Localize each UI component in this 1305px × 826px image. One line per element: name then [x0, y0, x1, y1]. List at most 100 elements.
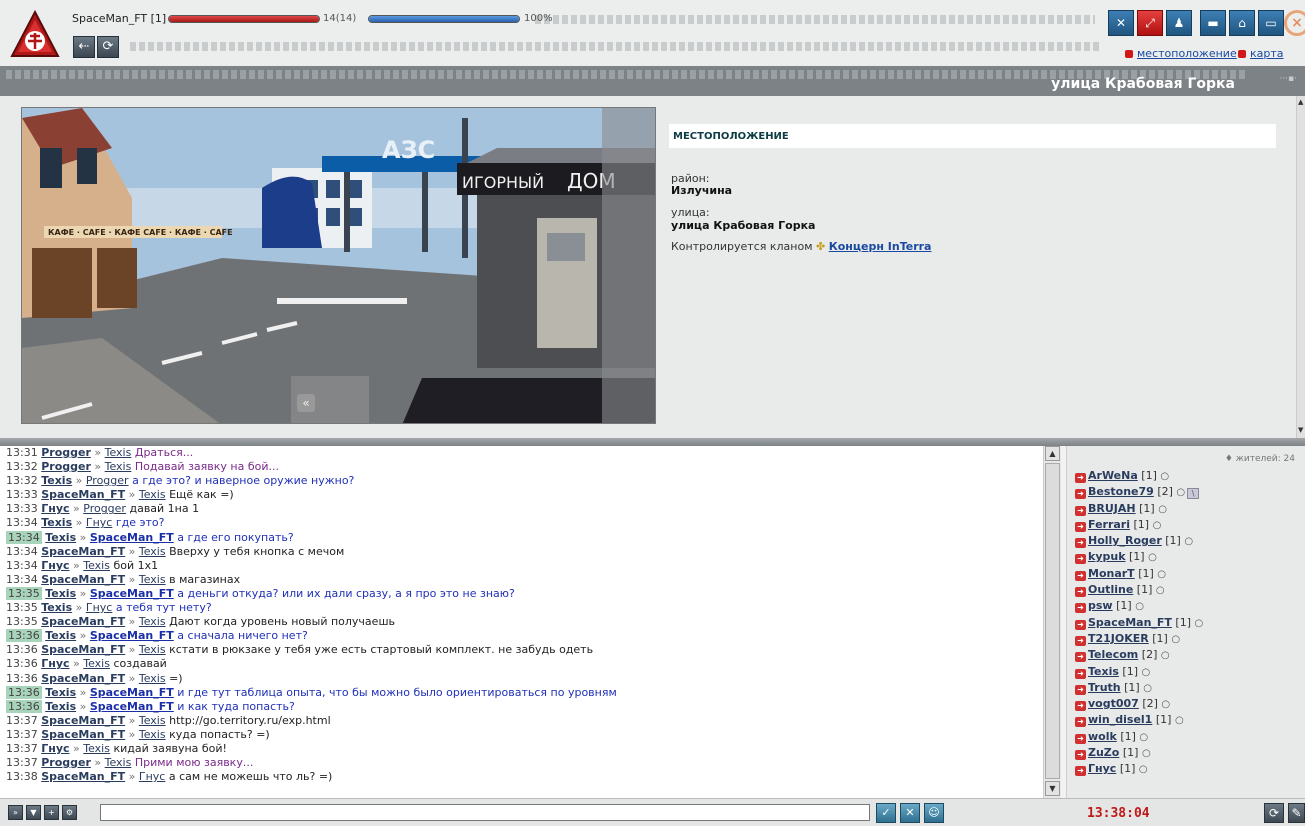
- user-name[interactable]: Telecom: [1088, 648, 1138, 661]
- chat-sender[interactable]: SpaceMan_FT: [41, 643, 125, 656]
- chat-sender[interactable]: Texis: [45, 629, 76, 642]
- user-name[interactable]: kypuk: [1088, 550, 1126, 563]
- clan-link[interactable]: Концерн InTerra: [829, 240, 932, 253]
- chat-recipient[interactable]: SpaceMan_FT: [90, 629, 174, 642]
- chat-scroll-thumb[interactable]: [1045, 463, 1060, 779]
- chat-recipient[interactable]: Texis: [139, 714, 166, 727]
- chat-sender[interactable]: Progger: [41, 756, 91, 769]
- chat-sender[interactable]: SpaceMan_FT: [41, 728, 125, 741]
- chat-recipient[interactable]: Гнус: [139, 770, 165, 783]
- fullscreen-button[interactable]: ⤢: [1137, 10, 1163, 36]
- scroll-down-icon[interactable]: ▼: [1298, 426, 1303, 434]
- chat-recipient[interactable]: Texis: [139, 643, 166, 656]
- user-name[interactable]: Truth: [1088, 681, 1121, 694]
- chat-mode-all-button[interactable]: »: [8, 805, 23, 820]
- chat-recipient[interactable]: Texis: [105, 446, 132, 459]
- chat-recipient[interactable]: SpaceMan_FT: [90, 531, 174, 544]
- chat-recipient[interactable]: Гнус: [86, 516, 112, 529]
- chat-sender[interactable]: Texis: [45, 531, 76, 544]
- user-name[interactable]: Texis: [1088, 665, 1119, 678]
- location-link[interactable]: местоположение: [1137, 47, 1237, 60]
- private-message-icon[interactable]: ➜: [1075, 766, 1086, 777]
- user-name[interactable]: win_disel1: [1088, 713, 1152, 726]
- private-message-icon[interactable]: ➜: [1075, 619, 1086, 630]
- chat-sender[interactable]: Texis: [41, 474, 72, 487]
- chat-recipient[interactable]: Texis: [105, 460, 132, 473]
- back-button[interactable]: ⇠: [73, 36, 95, 58]
- chat-extra-button[interactable]: ✎: [1288, 803, 1305, 823]
- user-name[interactable]: vogt007: [1088, 697, 1139, 710]
- private-message-icon[interactable]: ➜: [1075, 538, 1086, 549]
- logo-icon[interactable]: [10, 10, 60, 60]
- chat-recipient[interactable]: Texis: [83, 742, 110, 755]
- messages-button[interactable]: ▬: [1200, 10, 1226, 36]
- chat-sender[interactable]: Progger: [41, 460, 91, 473]
- private-message-icon[interactable]: ➜: [1075, 587, 1086, 598]
- private-message-icon[interactable]: ➜: [1075, 684, 1086, 695]
- chat-recipient[interactable]: Texis: [83, 559, 110, 572]
- character-button[interactable]: ♟: [1166, 10, 1192, 36]
- chat-scrollbar[interactable]: ▲ ▼: [1043, 446, 1061, 798]
- chat-recipient[interactable]: SpaceMan_FT: [90, 686, 174, 699]
- chat-sender[interactable]: Texis: [45, 587, 76, 600]
- chat-recipient[interactable]: Texis: [83, 657, 110, 670]
- chat-recipient[interactable]: Гнус: [86, 601, 112, 614]
- chat-recipient[interactable]: Texis: [139, 573, 166, 586]
- mail-button[interactable]: ▭: [1258, 10, 1284, 36]
- chat-sender[interactable]: Гнус: [41, 502, 69, 515]
- chat-sender[interactable]: SpaceMan_FT: [41, 488, 125, 501]
- chat-mode-private-button[interactable]: ▼: [26, 805, 41, 820]
- chat-sender[interactable]: SpaceMan_FT: [41, 615, 125, 628]
- user-name[interactable]: ArWeNa: [1088, 469, 1138, 482]
- chat-recipient[interactable]: Texis: [139, 545, 166, 558]
- chat-sender[interactable]: Гнус: [41, 657, 69, 670]
- private-message-icon[interactable]: ➜: [1075, 701, 1086, 712]
- chat-filter-button[interactable]: +: [44, 805, 59, 820]
- private-message-icon[interactable]: ➜: [1075, 603, 1086, 614]
- inventory-button[interactable]: ⌂: [1229, 10, 1255, 36]
- user-name[interactable]: ZuZo: [1088, 746, 1119, 759]
- user-name[interactable]: SpaceMan_FT: [1088, 616, 1172, 629]
- chat-sender[interactable]: Progger: [41, 446, 91, 459]
- private-message-icon[interactable]: ➜: [1075, 717, 1086, 728]
- location-scrollbar[interactable]: ▲ ▼: [1296, 96, 1305, 438]
- private-message-icon[interactable]: ➜: [1075, 570, 1086, 581]
- private-message-icon[interactable]: ➜: [1075, 750, 1086, 761]
- private-message-icon[interactable]: ➜: [1075, 733, 1086, 744]
- clear-button[interactable]: ✕: [900, 803, 920, 823]
- chat-sender[interactable]: Texis: [45, 686, 76, 699]
- chat-sender[interactable]: SpaceMan_FT: [41, 573, 125, 586]
- user-name[interactable]: T21JOKER: [1088, 632, 1149, 645]
- smiles-button[interactable]: ☺: [924, 803, 944, 823]
- chat-scroll-down-button[interactable]: ▼: [1045, 781, 1060, 796]
- chat-sender[interactable]: SpaceMan_FT: [41, 545, 125, 558]
- user-name[interactable]: Holly_Roger: [1088, 534, 1162, 547]
- chat-recipient[interactable]: Progger: [86, 474, 129, 487]
- chat-sender[interactable]: Texis: [41, 601, 72, 614]
- chat-recipient[interactable]: Progger: [83, 502, 126, 515]
- chat-sender[interactable]: SpaceMan_FT: [41, 770, 125, 783]
- chat-sender[interactable]: Гнус: [41, 559, 69, 572]
- user-name[interactable]: Гнус: [1088, 762, 1116, 775]
- private-message-icon[interactable]: ➜: [1075, 473, 1086, 483]
- refresh-button[interactable]: ⟳: [97, 36, 119, 58]
- chat-recipient[interactable]: Texis: [139, 728, 166, 741]
- user-name[interactable]: Bestone79: [1088, 485, 1154, 498]
- user-name[interactable]: BRUJAH: [1088, 502, 1136, 515]
- private-message-icon[interactable]: ➜: [1075, 554, 1086, 565]
- chat-settings-button[interactable]: ⚙: [62, 805, 77, 820]
- header-handle-icon[interactable]: ···▪·: [1279, 74, 1297, 84]
- chat-scroll-up-button[interactable]: ▲: [1045, 446, 1060, 461]
- map-link[interactable]: карта: [1250, 47, 1284, 60]
- scene-back-button[interactable]: «: [297, 394, 315, 412]
- user-name[interactable]: Outline: [1088, 583, 1133, 596]
- chat-input[interactable]: [100, 804, 870, 821]
- private-message-icon[interactable]: ➜: [1075, 521, 1086, 532]
- chat-sender[interactable]: Texis: [45, 700, 76, 713]
- user-name[interactable]: wolk: [1088, 730, 1117, 743]
- private-message-icon[interactable]: ➜: [1075, 668, 1086, 679]
- chat-sender[interactable]: SpaceMan_FT: [41, 714, 125, 727]
- user-name[interactable]: psw: [1088, 599, 1113, 612]
- chat-sender[interactable]: Texis: [41, 516, 72, 529]
- send-button[interactable]: ✓: [876, 803, 896, 823]
